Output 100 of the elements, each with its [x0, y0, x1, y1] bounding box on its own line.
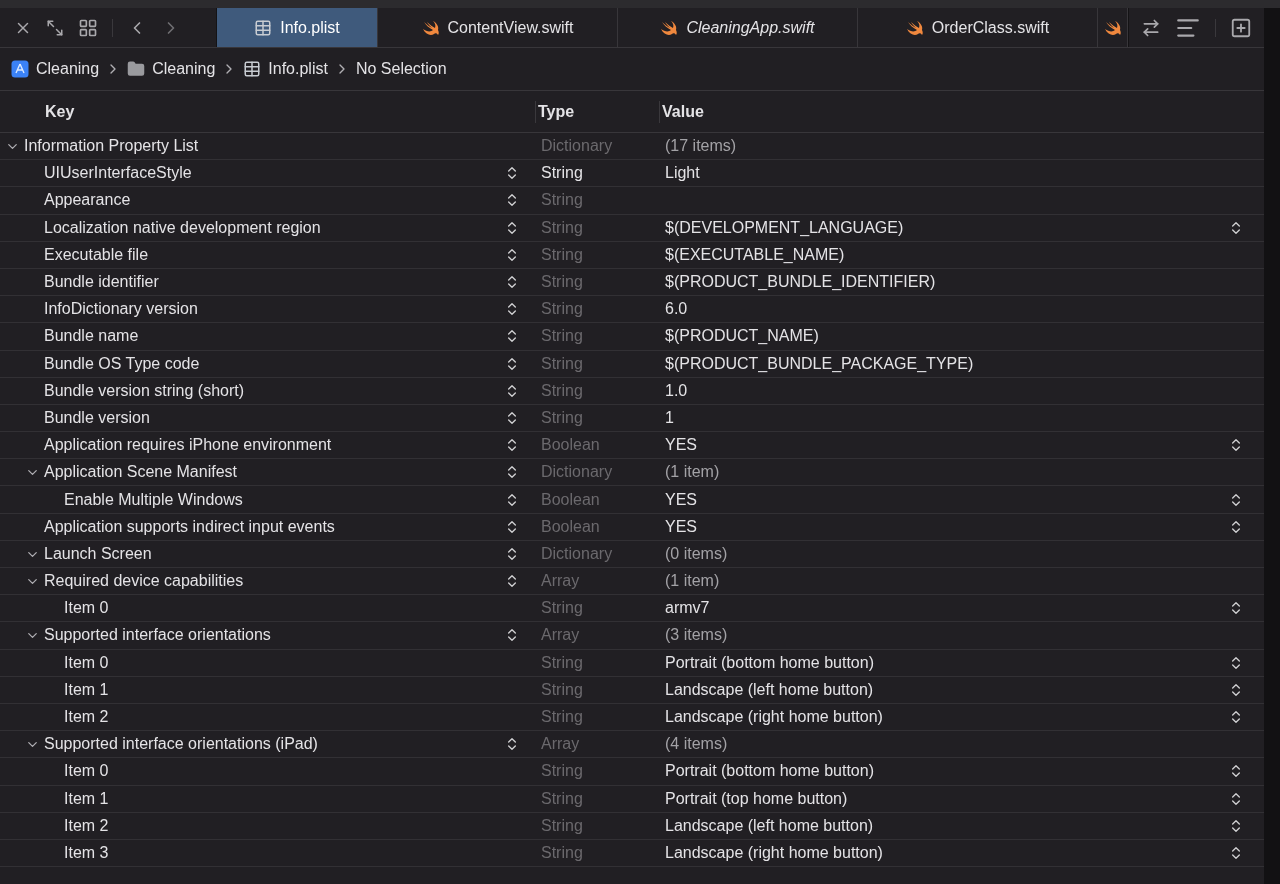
value-cell-text: YES — [665, 435, 697, 456]
key-cell-text: Bundle version string (short) — [44, 380, 245, 401]
key-cell-text: UIUserInterfaceStyle — [44, 163, 192, 184]
type-cell: String — [541, 653, 583, 671]
type-cell: String — [541, 816, 583, 834]
value-cell-text: (1 item) — [665, 462, 720, 483]
type-cell: String — [541, 245, 583, 263]
key-cell-text: InfoDictionary version — [44, 299, 198, 320]
breadcrumb-item[interactable]: Info.plist — [243, 57, 328, 81]
folder-icon — [127, 60, 146, 78]
editor-tab[interactable]: OrderClass.swift — [858, 8, 1098, 47]
type-cell: Dictionary — [541, 463, 613, 481]
key-cell-text: Supported interface orientations — [44, 625, 271, 646]
value-cell-text: YES — [665, 489, 697, 510]
value-cell-text: Landscape (right home button) — [665, 707, 883, 728]
editor-tab[interactable]: CleaningApp.swift — [618, 8, 858, 47]
swap-arrows-icon[interactable] — [1141, 17, 1161, 38]
value-cell-text: $(PRODUCT_NAME) — [665, 326, 819, 347]
type-cell: String — [541, 191, 583, 209]
type-cell: String — [541, 843, 583, 861]
expand-icon[interactable] — [46, 18, 64, 37]
type-cell: String — [541, 762, 583, 780]
key-cell-text: Appearance — [44, 190, 131, 211]
value-cell-text: (3 items) — [665, 625, 728, 646]
value-cell-text: $(EXECUTABLE_NAME) — [665, 244, 845, 265]
column-header[interactable]: Key — [45, 99, 75, 124]
value-cell-text: YES — [665, 516, 697, 537]
type-cell: Array — [541, 626, 580, 644]
type-cell: Boolean — [541, 436, 600, 454]
table-icon — [254, 18, 273, 37]
key-cell-text: Executable file — [44, 244, 149, 265]
key-cell-text: Item 3 — [64, 842, 109, 863]
key-cell-text: Item 1 — [64, 679, 109, 700]
key-cell-text: Required device capabilities — [44, 571, 244, 592]
key-cell-text: Enable Multiple Windows — [64, 489, 243, 510]
table-icon — [243, 60, 262, 78]
value-cell-text: 1 — [665, 407, 674, 428]
add-editor-icon[interactable] — [1230, 16, 1252, 39]
value-cell-text: (17 items) — [665, 136, 737, 157]
breadcrumb-item[interactable]: No Selection — [355, 57, 447, 81]
type-cell: String — [541, 164, 583, 182]
key-cell-text: Launch Screen — [44, 543, 152, 564]
type-cell: String — [541, 218, 583, 236]
type-cell: Dictionary — [541, 137, 613, 155]
value-cell-text: Landscape (left home button) — [665, 679, 874, 700]
key-cell-text: Application Scene Manifest — [44, 462, 237, 483]
swift-bird-icon — [660, 19, 679, 36]
value-cell-text: Landscape (right home button) — [665, 842, 883, 863]
value-cell-text: $(PRODUCT_BUNDLE_PACKAGE_TYPE) — [665, 353, 974, 374]
key-cell-text: Item 2 — [64, 815, 109, 836]
value-cell-text: (4 items) — [665, 734, 728, 755]
type-cell: Boolean — [541, 517, 600, 535]
type-cell: String — [541, 789, 583, 807]
breadcrumb-item[interactable]: Cleaning — [11, 57, 100, 81]
value-cell-text: (1 item) — [665, 571, 720, 592]
breadcrumb-item[interactable]: Cleaning — [127, 57, 216, 81]
key-cell-text: Bundle OS Type code — [44, 353, 200, 374]
type-cell: String — [541, 354, 583, 372]
value-cell-text: $(PRODUCT_BUNDLE_IDENTIFIER) — [665, 272, 936, 293]
value-cell-text: $(DEVELOPMENT_LANGUAGE) — [665, 217, 904, 238]
key-cell-text: Localization native development region — [44, 217, 321, 238]
key-cell-text: Item 0 — [64, 598, 109, 619]
type-cell: String — [541, 327, 583, 345]
key-cell-text: Information Property List — [24, 136, 199, 157]
type-cell: String — [541, 300, 583, 318]
value-cell-text: Portrait (bottom home button) — [665, 761, 874, 782]
type-cell: String — [541, 680, 583, 698]
key-cell-text: Item 0 — [64, 652, 109, 673]
column-header[interactable]: Type — [538, 99, 575, 124]
type-cell: String — [541, 408, 583, 426]
value-cell-text: armv7 — [665, 598, 710, 619]
swift-bird-icon — [1103, 19, 1122, 36]
key-cell-text: Application supports indirect input events — [44, 516, 335, 537]
value-cell-text: Landscape (left home button) — [665, 815, 874, 836]
key-cell-text: Bundle version — [44, 407, 150, 428]
value-cell-text: Light — [665, 163, 700, 184]
key-cell-text: Item 0 — [64, 761, 109, 782]
editor-tab[interactable]: ContentView.swift — [378, 8, 618, 47]
key-cell-text: Supported interface orientations (iPad) — [44, 734, 318, 755]
type-cell: Array — [541, 572, 580, 590]
type-cell: String — [541, 708, 583, 726]
key-cell-text: Bundle identifier — [44, 272, 159, 293]
editor-tab[interactable]: Info.plist — [217, 8, 378, 47]
type-cell: String — [541, 599, 583, 617]
key-cell-text: Application requires iPhone environment — [44, 435, 332, 456]
type-cell: Boolean — [541, 490, 600, 508]
swift-bird-icon — [905, 19, 924, 36]
value-cell-text: Portrait (top home button) — [665, 788, 848, 809]
value-cell-text: (0 items) — [665, 543, 728, 564]
type-cell: String — [541, 273, 583, 291]
key-cell-text: Item 2 — [64, 707, 109, 728]
key-cell-text: Bundle name — [44, 326, 139, 347]
value-cell-text: 1.0 — [665, 380, 688, 401]
grid-icon[interactable] — [78, 17, 98, 38]
value-cell-text: 6.0 — [665, 299, 688, 320]
column-header[interactable]: Value — [662, 99, 704, 124]
type-cell: String — [541, 381, 583, 399]
app-icon — [11, 60, 29, 78]
swift-bird-icon — [421, 19, 440, 36]
type-cell: Dictionary — [541, 544, 613, 562]
